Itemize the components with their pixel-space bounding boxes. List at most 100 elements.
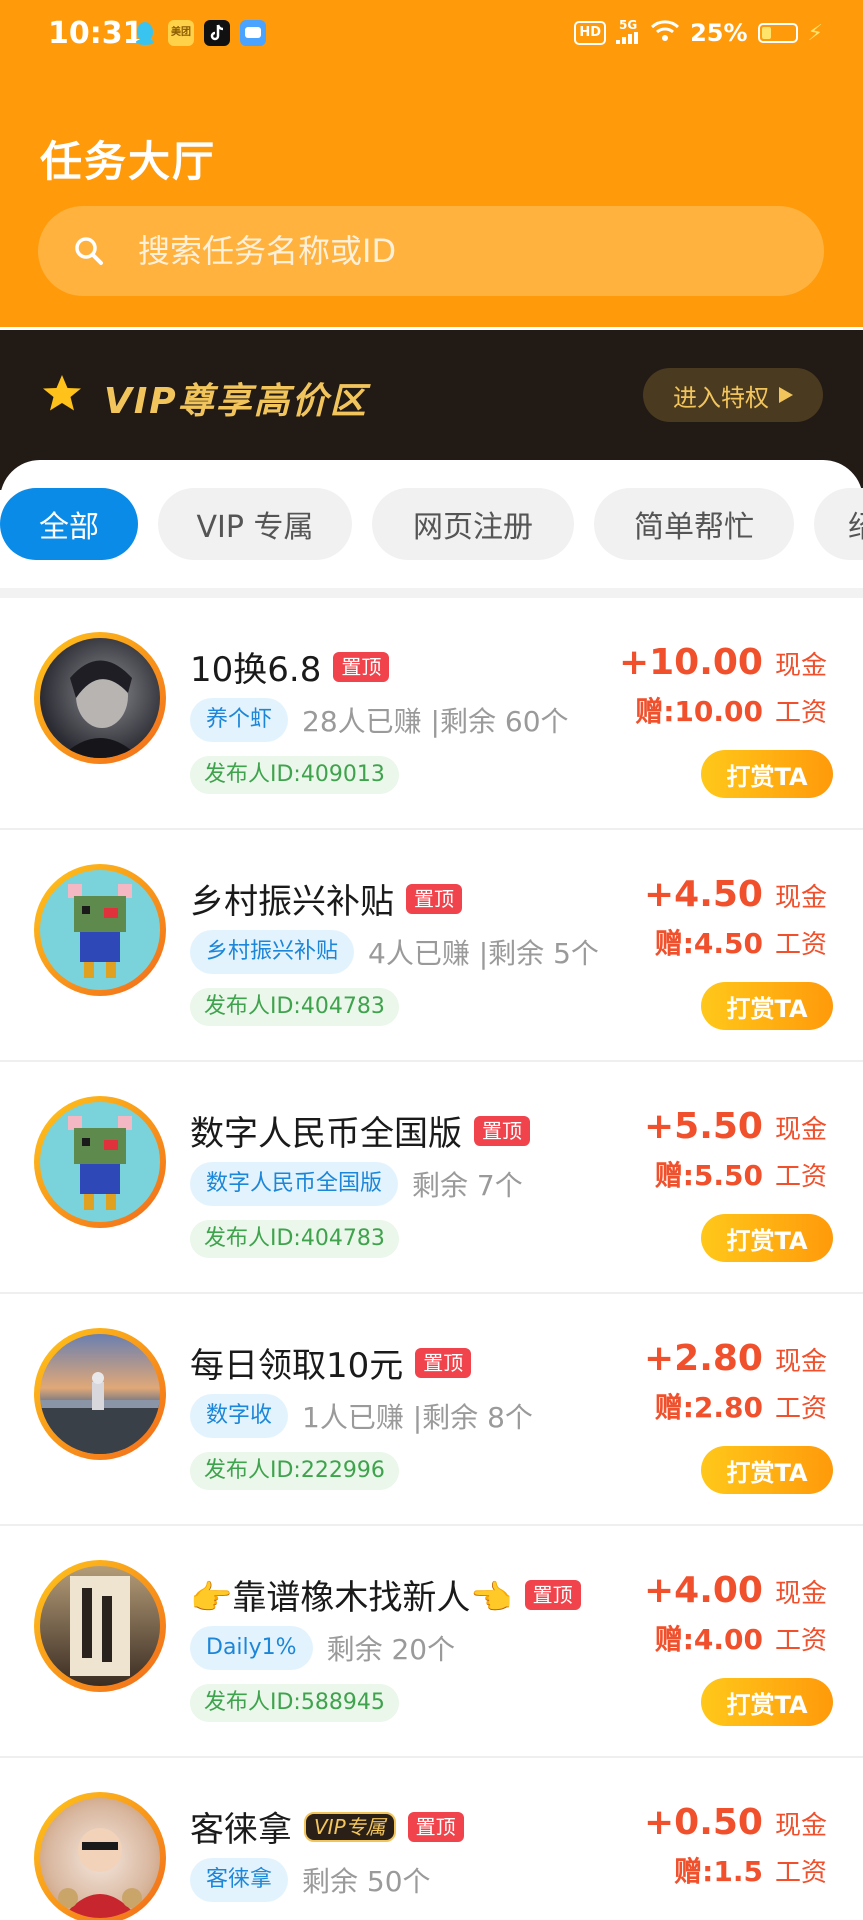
task-title-row: 客徕拿 VIP专属 置顶 xyxy=(190,1802,464,1851)
task-meta: 数字人民币全国版 剩余 7个 xyxy=(190,1162,523,1206)
pinned-badge: 置顶 xyxy=(415,1347,472,1378)
pinned-badge: 置顶 xyxy=(474,1115,530,1146)
pinned-badge: 置顶 xyxy=(406,883,462,914)
task-stats: 剩余 50个 xyxy=(302,1865,431,1898)
bonus-label: 工资 xyxy=(774,1858,827,1888)
task-tag: 客徕拿 xyxy=(190,1858,289,1902)
cash-label: 现金 xyxy=(774,883,827,913)
task-stats: 4人已赚 |剩余 5个 xyxy=(368,937,599,970)
cash-value: +5.50 xyxy=(643,1106,763,1147)
reward-button[interactable]: 打赏TA xyxy=(701,1214,833,1262)
task-item[interactable]: 👉靠谱橡木找新人👈 置顶 Daily1% 剩余 20个 发布人ID:588945… xyxy=(0,1526,863,1758)
bonus-label: 工资 xyxy=(774,930,827,960)
task-stats: 剩余 20个 xyxy=(326,1633,456,1666)
tab-vip[interactable]: VIP 专属 xyxy=(158,488,352,560)
status-time: 10:31 xyxy=(48,16,144,51)
task-item[interactable]: 乡村振兴补贴 置顶 乡村振兴补贴 4人已赚 |剩余 5个 发布人ID:40478… xyxy=(0,830,863,1062)
tab-simple-help[interactable]: 简单帮忙 xyxy=(594,488,794,560)
tab-web-register[interactable]: 网页注册 xyxy=(372,488,574,560)
bonus-amount: 赠:5.50 工资 xyxy=(655,1154,827,1194)
task-item[interactable]: 客徕拿 VIP专属 置顶 客徕拿 剩余 50个 +0.50 现金 赠:1.5 工… xyxy=(0,1758,863,1920)
reward-button[interactable]: 打赏TA xyxy=(701,982,833,1030)
divider xyxy=(0,588,863,598)
cash-amount: +4.50 现金 xyxy=(644,874,827,915)
publisher-id: 发布人ID:588945 xyxy=(190,1684,399,1722)
bonus-value: 赠:2.80 xyxy=(654,1391,763,1424)
bonus-label: 工资 xyxy=(774,1394,827,1424)
cash-label: 现金 xyxy=(774,651,827,681)
task-title: 客徕拿 xyxy=(190,1810,292,1850)
task-meta: 数字收 1人已赚 |剩余 8个 xyxy=(190,1394,533,1438)
tab-more[interactable]: 绍 xyxy=(814,488,863,560)
publisher-id: 发布人ID:222996 xyxy=(190,1452,399,1490)
task-item[interactable]: 数字人民币全国版 置顶 数字人民币全国版 剩余 7个 发布人ID:404783 … xyxy=(0,1062,863,1294)
charging-icon: ⚡ xyxy=(807,20,823,46)
wifi-icon xyxy=(650,18,680,48)
task-title: 数字人民币全国版 xyxy=(190,1114,462,1154)
task-tag: Daily1% xyxy=(190,1626,313,1670)
meituan-icon: 美团 xyxy=(168,20,194,46)
bonus-amount: 赠:1.5 工资 xyxy=(674,1850,827,1890)
hd-icon: HD xyxy=(574,21,607,45)
task-title: 10换6.8 xyxy=(190,650,322,690)
tab-all[interactable]: 全部 xyxy=(0,488,138,560)
task-item[interactable]: 10换6.8 置顶 养个虾 28人已赚 |剩余 60个 发布人ID:409013… xyxy=(0,598,863,830)
avatar xyxy=(34,864,166,996)
reward-button[interactable]: 打赏TA xyxy=(701,1446,833,1494)
bonus-label: 工资 xyxy=(774,1626,827,1656)
search-input[interactable] xyxy=(138,232,738,270)
qq-icon xyxy=(132,20,158,46)
pinned-badge: 置顶 xyxy=(333,651,390,682)
task-tag: 数字人民币全国版 xyxy=(190,1162,399,1206)
bonus-amount: 赠:4.50 工资 xyxy=(655,922,827,962)
bonus-label: 工资 xyxy=(774,698,827,728)
play-arrow-icon xyxy=(779,381,793,409)
task-meta: 客徕拿 剩余 50个 xyxy=(190,1858,431,1902)
avatar xyxy=(34,632,166,764)
bonus-label: 工资 xyxy=(774,1162,827,1192)
vip-title: VIP尊享高价区 xyxy=(104,381,368,422)
task-stats: 28人已赚 |剩余 60个 xyxy=(302,705,569,738)
pinned-badge: 置顶 xyxy=(524,1579,581,1610)
task-title-row: 数字人民币全国版 置顶 xyxy=(190,1106,530,1155)
cash-amount: +2.80 现金 xyxy=(644,1338,827,1379)
task-title: 👉靠谱橡木找新人👈 xyxy=(190,1578,513,1618)
avatar xyxy=(34,1792,166,1920)
cash-label: 现金 xyxy=(774,1115,827,1145)
status-bar: 10:31 美团 HD 5G 25% ⚡ xyxy=(48,14,823,54)
avatar xyxy=(34,1096,166,1228)
task-title-row: 👉靠谱橡木找新人👈 置顶 xyxy=(190,1570,581,1619)
task-tag: 数字收 xyxy=(190,1394,289,1438)
cash-value: +10.00 xyxy=(618,642,763,683)
reward-button[interactable]: 打赏TA xyxy=(701,750,833,798)
cash-amount: +10.00 现金 xyxy=(619,642,827,683)
network-label: 5G xyxy=(618,18,638,32)
bonus-amount: 赠:2.80 工资 xyxy=(655,1386,827,1426)
enter-privilege-button[interactable]: 进入特权 xyxy=(643,368,823,422)
douyin-icon xyxy=(204,20,230,46)
category-tabs: 全部 VIP 专属 网页注册 简单帮忙 绍 xyxy=(0,488,863,560)
cash-label: 现金 xyxy=(774,1579,827,1609)
task-meta: 乡村振兴补贴 4人已赚 |剩余 5个 xyxy=(190,930,599,974)
signal-icon: 5G xyxy=(616,19,640,47)
reward-button[interactable]: 打赏TA xyxy=(701,1678,833,1726)
search-bar[interactable] xyxy=(38,206,824,296)
bonus-value: 赠:5.50 xyxy=(654,1159,763,1192)
cash-label: 现金 xyxy=(774,1811,827,1841)
task-item[interactable]: 每日领取10元 置顶 数字收 1人已赚 |剩余 8个 发布人ID:222996 … xyxy=(0,1294,863,1526)
cash-value: +4.50 xyxy=(643,874,763,915)
publisher-id: 发布人ID:404783 xyxy=(190,1220,399,1258)
task-stats: 剩余 7个 xyxy=(412,1169,523,1202)
bonus-amount: 赠:4.00 工资 xyxy=(655,1618,827,1658)
task-stats: 1人已赚 |剩余 8个 xyxy=(302,1401,533,1434)
bonus-value: 赠:4.00 xyxy=(654,1623,763,1656)
publisher-id: 发布人ID:409013 xyxy=(190,756,399,794)
task-title-row: 乡村振兴补贴 置顶 xyxy=(190,874,462,923)
vip-badge: VIP专属 xyxy=(304,1811,396,1842)
task-title: 乡村振兴补贴 xyxy=(190,882,394,922)
cash-label: 现金 xyxy=(774,1347,827,1377)
cash-value: +2.80 xyxy=(643,1338,763,1379)
bonus-value: 赠:10.00 xyxy=(635,695,763,728)
cash-amount: +5.50 现金 xyxy=(644,1106,827,1147)
task-title-row: 每日领取10元 置顶 xyxy=(190,1338,472,1387)
